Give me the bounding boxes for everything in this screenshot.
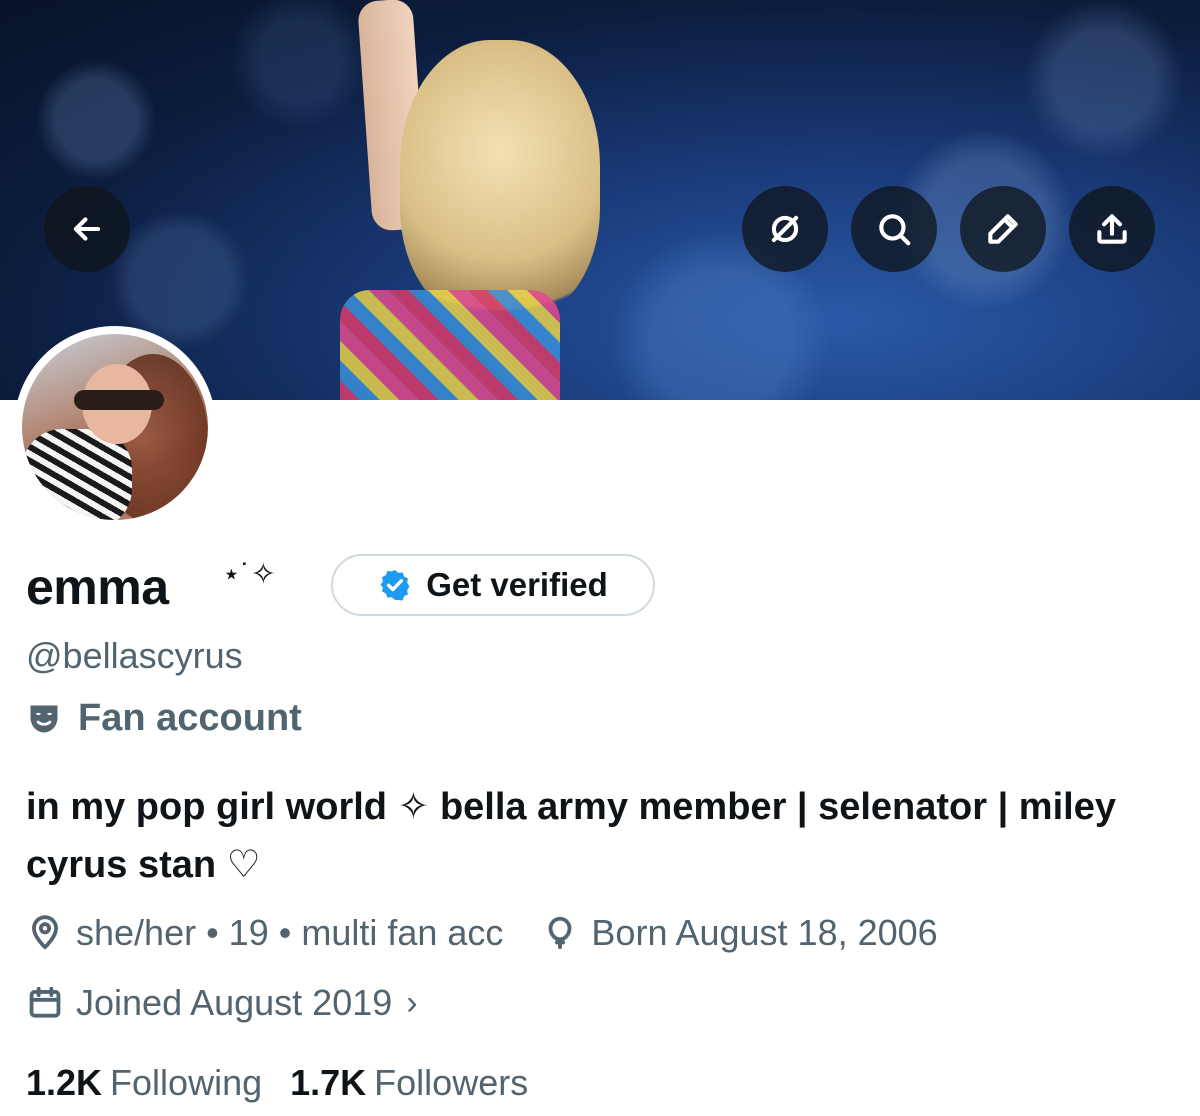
banner-performer-outfit: [340, 290, 560, 400]
name-decoration: ⋆˙✧: [222, 558, 276, 591]
joined-row[interactable]: Joined August 2019 ›: [26, 982, 418, 1024]
search-button[interactable]: [851, 186, 937, 272]
balloon-icon: [549, 916, 572, 950]
get-verified-label: Get verified: [426, 566, 608, 603]
banner-performer: [400, 40, 600, 320]
search-icon: [879, 214, 911, 246]
avatar-sunglasses: [74, 390, 164, 410]
followers-label: Followers: [374, 1062, 529, 1103]
joined-text: Joined August 2019: [76, 982, 393, 1023]
category-label: Fan account: [78, 697, 302, 739]
edit-button[interactable]: [960, 186, 1046, 272]
location-item: she/her • 19 • multi fan acc: [26, 912, 503, 954]
arrow-left-icon: [73, 217, 101, 241]
following-count: 1.2K: [26, 1062, 103, 1103]
profile-meta-row: she/her • 19 • multi fan acc Born August…: [26, 912, 976, 954]
profile-handle: @bellascyrus: [26, 635, 243, 676]
verified-badge-icon: [380, 570, 410, 601]
avatar[interactable]: [14, 326, 216, 528]
following-label: Following: [110, 1062, 263, 1103]
followers-count: 1.7K: [290, 1062, 367, 1103]
location-pin-icon: [32, 915, 58, 950]
share-icon: [1097, 214, 1127, 244]
hide-icon: [771, 215, 799, 243]
get-verified-button[interactable]: Get verified: [331, 554, 655, 616]
calendar-icon: [29, 986, 61, 1018]
location-text: she/her • 19 • multi fan acc: [76, 912, 504, 953]
follow-counts: 1.2K Following 1.7K Followers: [26, 1062, 528, 1104]
share-button[interactable]: [1069, 186, 1155, 272]
following-link[interactable]: 1.2K Following: [26, 1062, 262, 1104]
display-name: emma: [26, 559, 169, 615]
birthday-text: Born August 18, 2006: [591, 912, 938, 953]
profile-category: Fan account: [26, 697, 302, 740]
hide-button[interactable]: [742, 186, 828, 272]
theater-mask-icon: [30, 705, 58, 732]
avatar-image: [22, 334, 208, 520]
birthday-item: Born August 18, 2006: [541, 912, 938, 954]
followers-link[interactable]: 1.7K Followers: [290, 1062, 528, 1104]
chevron-right-icon: ›: [406, 983, 418, 1022]
back-button[interactable]: [44, 186, 130, 272]
edit-pencil-icon: [988, 214, 1018, 244]
profile-bio: in my pop girl world ✧ bella army member…: [26, 786, 1116, 886]
